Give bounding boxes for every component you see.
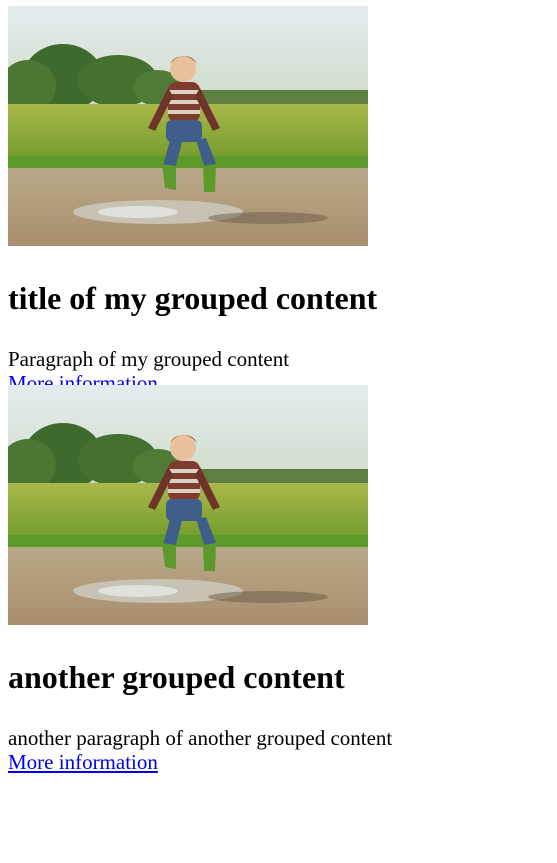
group-paragraph: another paragraph of another grouped con… <box>8 726 393 750</box>
group-title: another grouped content <box>8 659 345 695</box>
photo-child-jumping-puddle <box>8 385 368 625</box>
photo-child-jumping-puddle <box>8 6 368 246</box>
grouped-content-2: another grouped content another paragrap… <box>8 385 549 787</box>
grouped-content-1: title of my grouped content Paragraph of… <box>8 6 549 408</box>
page: title of my grouped content Paragraph of… <box>0 0 557 787</box>
group-paragraph: Paragraph of my grouped content <box>8 347 290 371</box>
more-information-link[interactable]: More information <box>8 750 158 774</box>
group-title: title of my grouped content <box>8 280 378 316</box>
